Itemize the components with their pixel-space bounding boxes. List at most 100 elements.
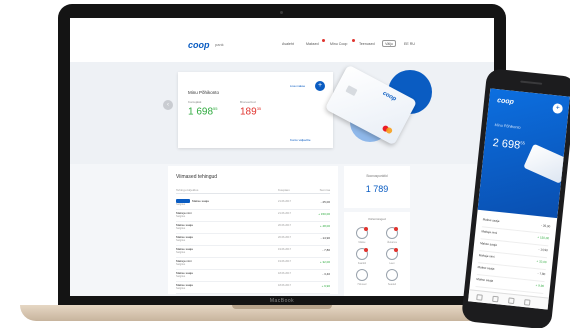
loan-icon[interactable] xyxy=(386,248,398,260)
transaction-amount: + 32,00 xyxy=(319,260,330,264)
statement-link[interactable]: Konto väljavõte xyxy=(290,138,311,142)
table-row[interactable]: Makse saaja Selgitus 19.06.2017- 7,80 xyxy=(176,246,330,258)
transaction-amount: - 3,40 xyxy=(322,272,330,276)
phone-row-name: Maksja nimi xyxy=(478,253,495,259)
card-chip-icon xyxy=(345,85,358,97)
nav-item-home[interactable]: Avaleht xyxy=(282,42,294,46)
account-name[interactable]: Minu Põhikonto xyxy=(188,90,219,95)
phone-header: coop + Minu Põhikonto 2 69855 xyxy=(477,88,570,219)
notification-dot-icon xyxy=(352,39,355,42)
transaction-amount: + 9,90 xyxy=(321,284,330,288)
column-amount[interactable]: Summa xyxy=(320,188,330,192)
quick-actions-title: Kiirtoimingud xyxy=(368,217,386,221)
transaction-date: 18.06.2017 xyxy=(278,284,291,287)
transactions-panel: Viimased tehingud Tehingu kirjeldus Kuup… xyxy=(168,166,338,294)
nav-item-services[interactable]: Teenused xyxy=(359,42,375,46)
transactions-title: Viimased tehingud xyxy=(176,174,218,180)
hero-section: ‹ Minu Põhikonto Kontojääk 1 69855 Brone… xyxy=(70,62,494,164)
transaction-sub: Selgitus xyxy=(176,287,186,290)
logout-button[interactable]: Välju xyxy=(382,40,396,47)
notification-dot-icon xyxy=(322,39,325,42)
payment-icon[interactable] xyxy=(356,227,368,239)
transaction-date: 19.06.2017 xyxy=(278,260,291,263)
transaction-amount: + 150,00 xyxy=(318,212,330,216)
transaction-amount: - 14,90 xyxy=(320,236,330,240)
transaction-date: 20.06.2017 xyxy=(278,236,291,239)
phone-coop-logo[interactable]: coop xyxy=(497,97,514,106)
laptop-notch xyxy=(232,305,332,309)
transaction-sub: Selgitus xyxy=(176,251,186,254)
phone-row-name: Makse saaja xyxy=(479,241,498,247)
phone-row-amount: + 150,00 xyxy=(537,235,550,241)
phone-row-name: Makse saaja xyxy=(477,265,495,271)
phone-row-name: Makse saaja xyxy=(482,217,500,224)
mastercard-icon xyxy=(381,124,394,135)
chevron-left-icon[interactable]: ‹ xyxy=(163,100,173,110)
laptop-screen: coop pank Avaleht Maksed Minu Coop Teenu… xyxy=(70,18,494,296)
bonus-label: Boonuspunktid xyxy=(366,174,388,178)
table-row[interactable]: Makse saaja Selgitus 18.06.2017 + 9,90 xyxy=(176,282,330,294)
phone-row-name: Maksja nimi xyxy=(481,229,498,235)
phone-account-name[interactable]: Minu Põhikonto xyxy=(494,123,520,130)
logo-subtitle: pank xyxy=(215,42,224,47)
transaction-date: 19.06.2017 xyxy=(278,248,291,251)
transaction-name: Makse saaja xyxy=(192,199,209,203)
column-date[interactable]: Kuupäev xyxy=(278,188,290,192)
quick-label: Hoiused xyxy=(357,283,367,286)
quick-actions-panel: Kiirtoimingud Makse Ülekanne Kaardid Lae… xyxy=(344,212,410,296)
savings-icon[interactable] xyxy=(356,269,368,281)
account-balance: 1 69855 xyxy=(188,106,218,118)
transactions-header: Tehingu kirjeldus Kuupäev Summa xyxy=(176,188,330,194)
add-payment-link[interactable]: Lisa makse xyxy=(290,84,305,88)
phone-row-amount: - 7,80 xyxy=(537,271,546,277)
transaction-amount: + 48,00 xyxy=(319,224,330,228)
transaction-sub: Selgitus xyxy=(176,239,186,242)
phone-row-name: Makse saaja xyxy=(476,276,494,283)
top-nav: coop pank Avaleht Maksed Minu Coop Teenu… xyxy=(70,18,494,62)
column-description[interactable]: Tehingu kirjeldus xyxy=(176,188,198,192)
phone-row-amount: + 32,00 xyxy=(536,259,547,265)
balance-label: Kontojääk xyxy=(188,100,202,104)
nav-item-my-coop[interactable]: Minu Coop xyxy=(330,42,347,46)
more-tab-icon[interactable] xyxy=(523,299,531,306)
quick-label: Kaardid xyxy=(357,262,367,265)
phone-add-button[interactable]: + xyxy=(552,103,564,115)
phone-screen: coop + Minu Põhikonto 2 69855 Makse saaj… xyxy=(468,88,570,310)
transaction-sub: Selgitus xyxy=(176,203,186,206)
language-switch[interactable]: EE RU xyxy=(404,42,415,46)
phone-balance: 2 69855 xyxy=(492,136,526,152)
transaction-sub: Selgitus xyxy=(176,215,186,218)
phone-speaker-icon xyxy=(520,80,543,85)
laptop-brand-label: MacBook xyxy=(269,298,295,304)
account-card: Minu Põhikonto Kontojääk 1 69855 Broneer… xyxy=(178,72,333,148)
transfer-icon[interactable] xyxy=(386,227,398,239)
table-row[interactable]: Makse saaja Selgitus 21.06.2017 - 25,00 xyxy=(176,198,330,210)
bonus-panel: Boonuspunktid 1 789 xyxy=(344,166,410,208)
phone-row-amount: - 25,00 xyxy=(540,223,551,229)
phone-card-image xyxy=(523,143,570,184)
quick-label: Seaded xyxy=(387,283,397,286)
quick-label: Ülekanne xyxy=(386,241,398,244)
table-row[interactable]: Makse saaja Selgitus 20.06.2017- 14,90 xyxy=(176,234,330,246)
add-button[interactable]: + xyxy=(315,81,325,91)
transaction-date: 21.06.2017 xyxy=(278,212,291,215)
table-row[interactable]: Makse saaja Selgitus 18.06.2017- 3,40 xyxy=(176,270,330,282)
settings-icon[interactable] xyxy=(386,269,398,281)
transaction-amount: - 7,80 xyxy=(322,248,330,252)
table-row[interactable]: Makse saaja Selgitus 20.06.2017 + 48,00 xyxy=(176,222,330,234)
transaction-sub: Selgitus xyxy=(176,275,186,278)
nav-item-payments[interactable]: Maksed xyxy=(306,42,319,46)
transaction-date: 21.06.2017 xyxy=(278,200,291,203)
reserved-balance: 18935 xyxy=(240,106,262,118)
card-logo: coop xyxy=(381,90,397,103)
table-row[interactable]: Maksja nimi Selgitus 19.06.2017 + 32,00 xyxy=(176,258,330,270)
coop-logo[interactable]: coop xyxy=(188,40,210,50)
home-tab-icon[interactable] xyxy=(476,294,483,301)
cards-tab-icon[interactable] xyxy=(508,297,515,305)
reserved-label: Broneeritud xyxy=(240,100,256,104)
table-row[interactable]: Maksja nimi Selgitus 21.06.2017 + 150,00 xyxy=(176,210,330,222)
card-icon[interactable] xyxy=(356,248,368,260)
transaction-sub: Selgitus xyxy=(176,263,186,266)
payments-tab-icon[interactable] xyxy=(492,295,499,303)
phone-row-amount: + 9,90 xyxy=(535,283,545,289)
